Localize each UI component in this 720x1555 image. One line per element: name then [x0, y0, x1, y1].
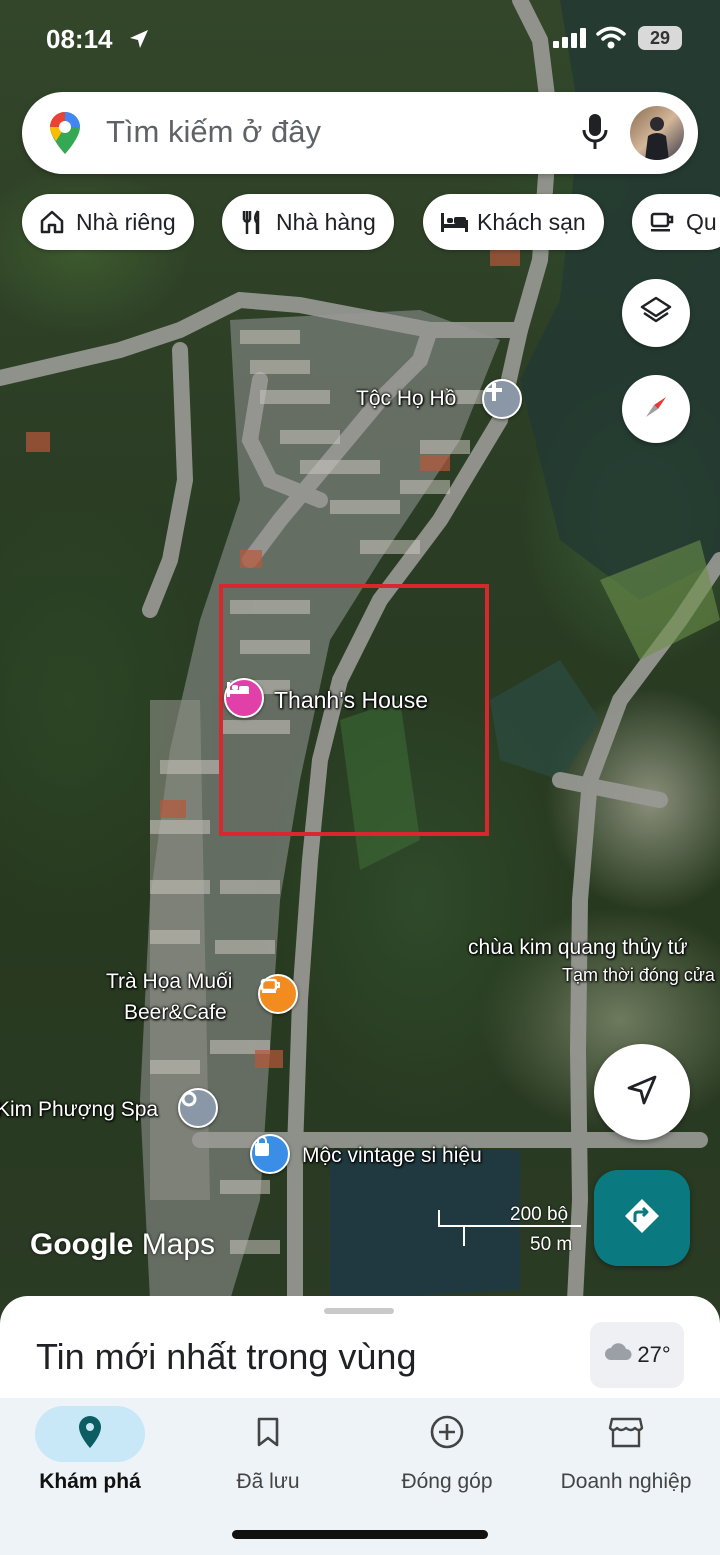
cafe-icon[interactable]	[258, 974, 298, 1014]
google-maps-logo: Google Maps	[30, 1228, 215, 1262]
status-bar: 08:14 29	[0, 0, 720, 80]
category-chips: Nhà riêng Nhà hàng Khách sạn Qu	[0, 194, 720, 252]
tab-saved-label: Đã lưu	[236, 1470, 300, 1493]
tab-explore[interactable]: Khám phá	[0, 1398, 180, 1518]
scale-metric: 50 m	[530, 1234, 573, 1255]
storefront-icon	[608, 1415, 644, 1454]
chip-label: Qu	[686, 208, 717, 235]
hotel-icon[interactable]	[224, 678, 264, 718]
map-scale: 200 bộ 50 m	[436, 1204, 586, 1255]
signal-icon	[553, 28, 587, 53]
location-arrow-icon	[128, 28, 150, 55]
tab-explore-icon-bg	[35, 1406, 145, 1462]
spa-icon[interactable]	[178, 1088, 218, 1128]
battery-indicator: 29	[638, 26, 682, 50]
chip-restaurant[interactable]: Nhà hàng	[222, 194, 394, 250]
navigation-arrow-icon	[624, 1072, 660, 1113]
explore-pin-icon	[77, 1415, 103, 1454]
compass-button[interactable]	[622, 375, 690, 443]
search-input[interactable]: Tìm kiếm ở đây	[106, 114, 321, 150]
bottom-sheet[interactable]: Tin mới nhất trong vùng 27°	[0, 1296, 720, 1406]
chip-label: Nhà riêng	[76, 208, 176, 235]
place-label-toc-ho-ho[interactable]: Tộc Họ Hồ	[356, 387, 456, 411]
directions-button[interactable]	[594, 1170, 690, 1266]
chip-home[interactable]: Nhà riêng	[22, 194, 194, 250]
tab-business[interactable]: Doanh nghiệp	[536, 1398, 716, 1518]
home-icon	[38, 208, 66, 236]
weather-chip[interactable]: 27°	[590, 1322, 684, 1388]
avatar[interactable]	[630, 106, 684, 160]
add-circle-icon	[429, 1414, 465, 1455]
chip-cafe[interactable]: Qu	[632, 194, 720, 250]
my-location-button[interactable]	[594, 1044, 690, 1140]
tab-contribute-label: Đóng góp	[401, 1470, 493, 1493]
wifi-icon	[596, 26, 626, 55]
place-label-moc-vintage[interactable]: Mộc vintage si hiệu	[302, 1144, 482, 1168]
tab-business-icon-bg	[571, 1406, 681, 1462]
chip-label: Nhà hàng	[276, 208, 376, 235]
church-icon[interactable]	[482, 379, 522, 419]
bookmark-icon	[255, 1416, 281, 1453]
place-label-beer-cafe[interactable]: Beer&Cafe	[124, 1001, 227, 1025]
tab-explore-label: Khám phá	[39, 1470, 141, 1493]
mic-icon[interactable]	[580, 112, 610, 157]
coffee-icon	[648, 208, 676, 236]
place-label-chua-kim-quang[interactable]: chùa kim quang thủy tứ	[468, 936, 688, 960]
place-label-tra-hoa-muoi[interactable]: Trà Họa Muối	[106, 970, 232, 994]
logo-maps-text: Maps	[141, 1228, 216, 1261]
hotel-icon	[439, 208, 468, 236]
temperature: 27°	[637, 1342, 671, 1367]
tab-saved-icon-bg	[213, 1406, 323, 1462]
search-bar[interactable]: Tìm kiếm ở đây	[22, 92, 698, 174]
compass-icon	[639, 390, 673, 429]
status-time: 08:14	[46, 24, 113, 54]
tab-contribute[interactable]: Đóng góp	[357, 1398, 537, 1518]
chip-label: Khách sạn	[477, 208, 586, 235]
shopping-bag-icon[interactable]	[250, 1134, 290, 1174]
sheet-drag-handle[interactable]	[324, 1308, 394, 1314]
layers-icon	[639, 294, 673, 333]
restaurant-icon	[238, 208, 266, 236]
cloud-icon	[603, 1342, 633, 1368]
home-indicator[interactable]	[232, 1530, 488, 1539]
tab-contribute-icon-bg	[392, 1406, 502, 1462]
chip-hotel[interactable]: Khách sạn	[423, 194, 604, 250]
place-label-thanhs-house[interactable]: Thanh's House	[274, 687, 428, 714]
layers-button[interactable]	[622, 279, 690, 347]
place-status-closed: Tạm thời đóng cửa	[562, 965, 715, 985]
directions-icon	[622, 1196, 662, 1241]
tab-business-label: Doanh nghiệp	[560, 1470, 692, 1493]
sheet-title: Tin mới nhất trong vùng	[36, 1336, 417, 1377]
tab-saved[interactable]: Đã lưu	[178, 1398, 358, 1518]
place-label-kim-phuong-spa[interactable]: Kim Phượng Spa	[0, 1098, 158, 1122]
google-maps-pin-icon	[48, 110, 82, 161]
logo-google-text: Google	[30, 1228, 134, 1261]
scale-imperial: 200 bộ	[510, 1204, 569, 1225]
